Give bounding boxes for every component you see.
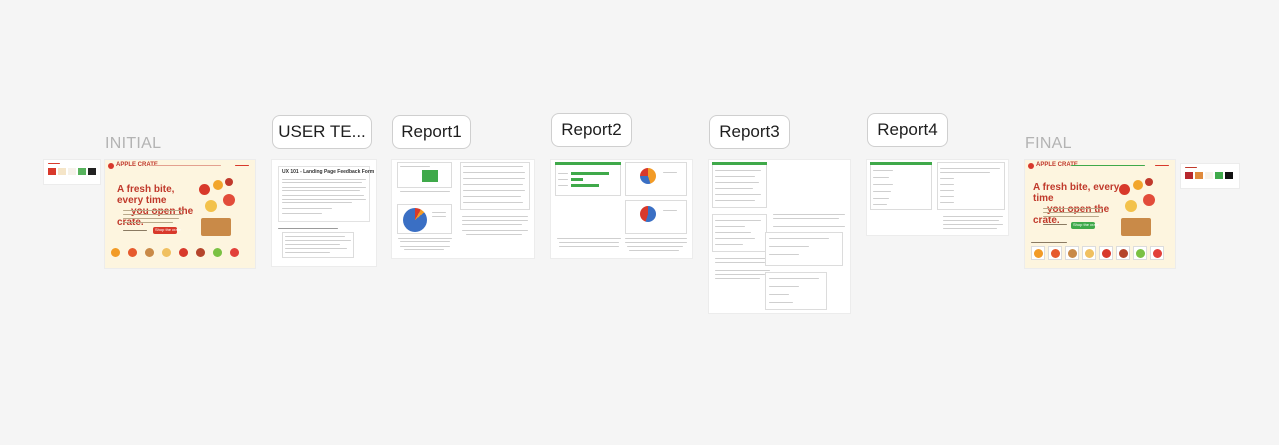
swatch-dark [1225,172,1233,179]
orange-illustration [1133,180,1143,190]
final-landing-frame[interactable]: APPLE CRATE A fresh bite, every time you … [1025,160,1175,268]
initial-landing-frame[interactable]: APPLE CRATE A fresh bite, every time you … [105,160,255,268]
final-hero-title: A fresh bite, every time you open the cra… [1033,182,1120,226]
product-icon [111,248,120,257]
product-tile [1031,246,1045,260]
product-icon [230,248,239,257]
user-test-title: UX 101 - Landing Page Feedback Form [282,169,375,175]
product-icon [162,248,171,257]
apple-logo-icon [1028,163,1034,169]
cherry-illustration [1145,178,1153,186]
fruit-illustration [223,194,235,206]
crate-illustration [201,218,231,236]
cherry-illustration [225,178,233,186]
report3-card[interactable] [709,160,850,313]
product-tile [1082,246,1096,260]
product-icon [213,248,222,257]
tag-report3[interactable]: Report3 [709,115,790,149]
product-icon [179,248,188,257]
product-tile [1150,246,1164,260]
tag-user-test[interactable]: USER TE... [272,115,372,149]
report2-card[interactable] [551,160,692,258]
final-nav-cart [1155,165,1169,166]
swatch-green [78,168,86,175]
apple-illustration [1119,184,1130,195]
tag-report4[interactable]: Report4 [867,113,948,147]
swatch-light [1205,172,1213,179]
apple-illustration [199,184,210,195]
product-tile [1116,246,1130,260]
report4-card[interactable] [867,160,1008,235]
swatch-dark [88,168,96,175]
tag-report1[interactable]: Report1 [392,115,471,149]
product-tile [1065,246,1079,260]
swatch-green [1215,172,1223,179]
apple-logo-icon [108,163,114,169]
initial-palette-card[interactable] [44,160,100,184]
user-test-card[interactable]: UX 101 - Landing Page Feedback Form [272,160,376,266]
product-tile [1099,246,1113,260]
initial-nav-cart [235,165,249,166]
initial-cta-button[interactable]: Shop the crate [153,227,181,234]
report2-bar [571,184,599,187]
lemon-illustration [205,200,217,212]
swatch-cream [58,168,66,175]
initial-nav [151,165,221,166]
frame-label-initial: INITIAL [105,135,162,152]
product-tile [1133,246,1147,260]
report2-pie-chart-2 [640,206,656,222]
product-icon [128,248,137,257]
swatch-orange [1195,172,1203,179]
crate-illustration [1121,218,1151,236]
report2-pie-chart-1 [640,168,656,184]
product-icon [145,248,154,257]
product-icon [196,248,205,257]
swatch-red [48,168,56,175]
swatch-light [68,168,76,175]
report1-card[interactable] [392,160,534,258]
product-tile [1048,246,1062,260]
fruit-illustration [1143,194,1155,206]
frame-label-final: FINAL [1025,135,1072,152]
report2-bar [571,172,609,175]
final-nav [1071,165,1145,166]
tag-report2[interactable]: Report2 [551,113,632,147]
lemon-illustration [1125,200,1137,212]
swatch-red [1185,172,1193,179]
final-palette-card[interactable] [1181,164,1239,188]
orange-illustration [213,180,223,190]
report2-bar [571,178,583,181]
report1-pie-chart [403,208,427,232]
final-cta-button[interactable]: Shop the crate [1071,222,1099,229]
report1-bar [422,170,438,182]
